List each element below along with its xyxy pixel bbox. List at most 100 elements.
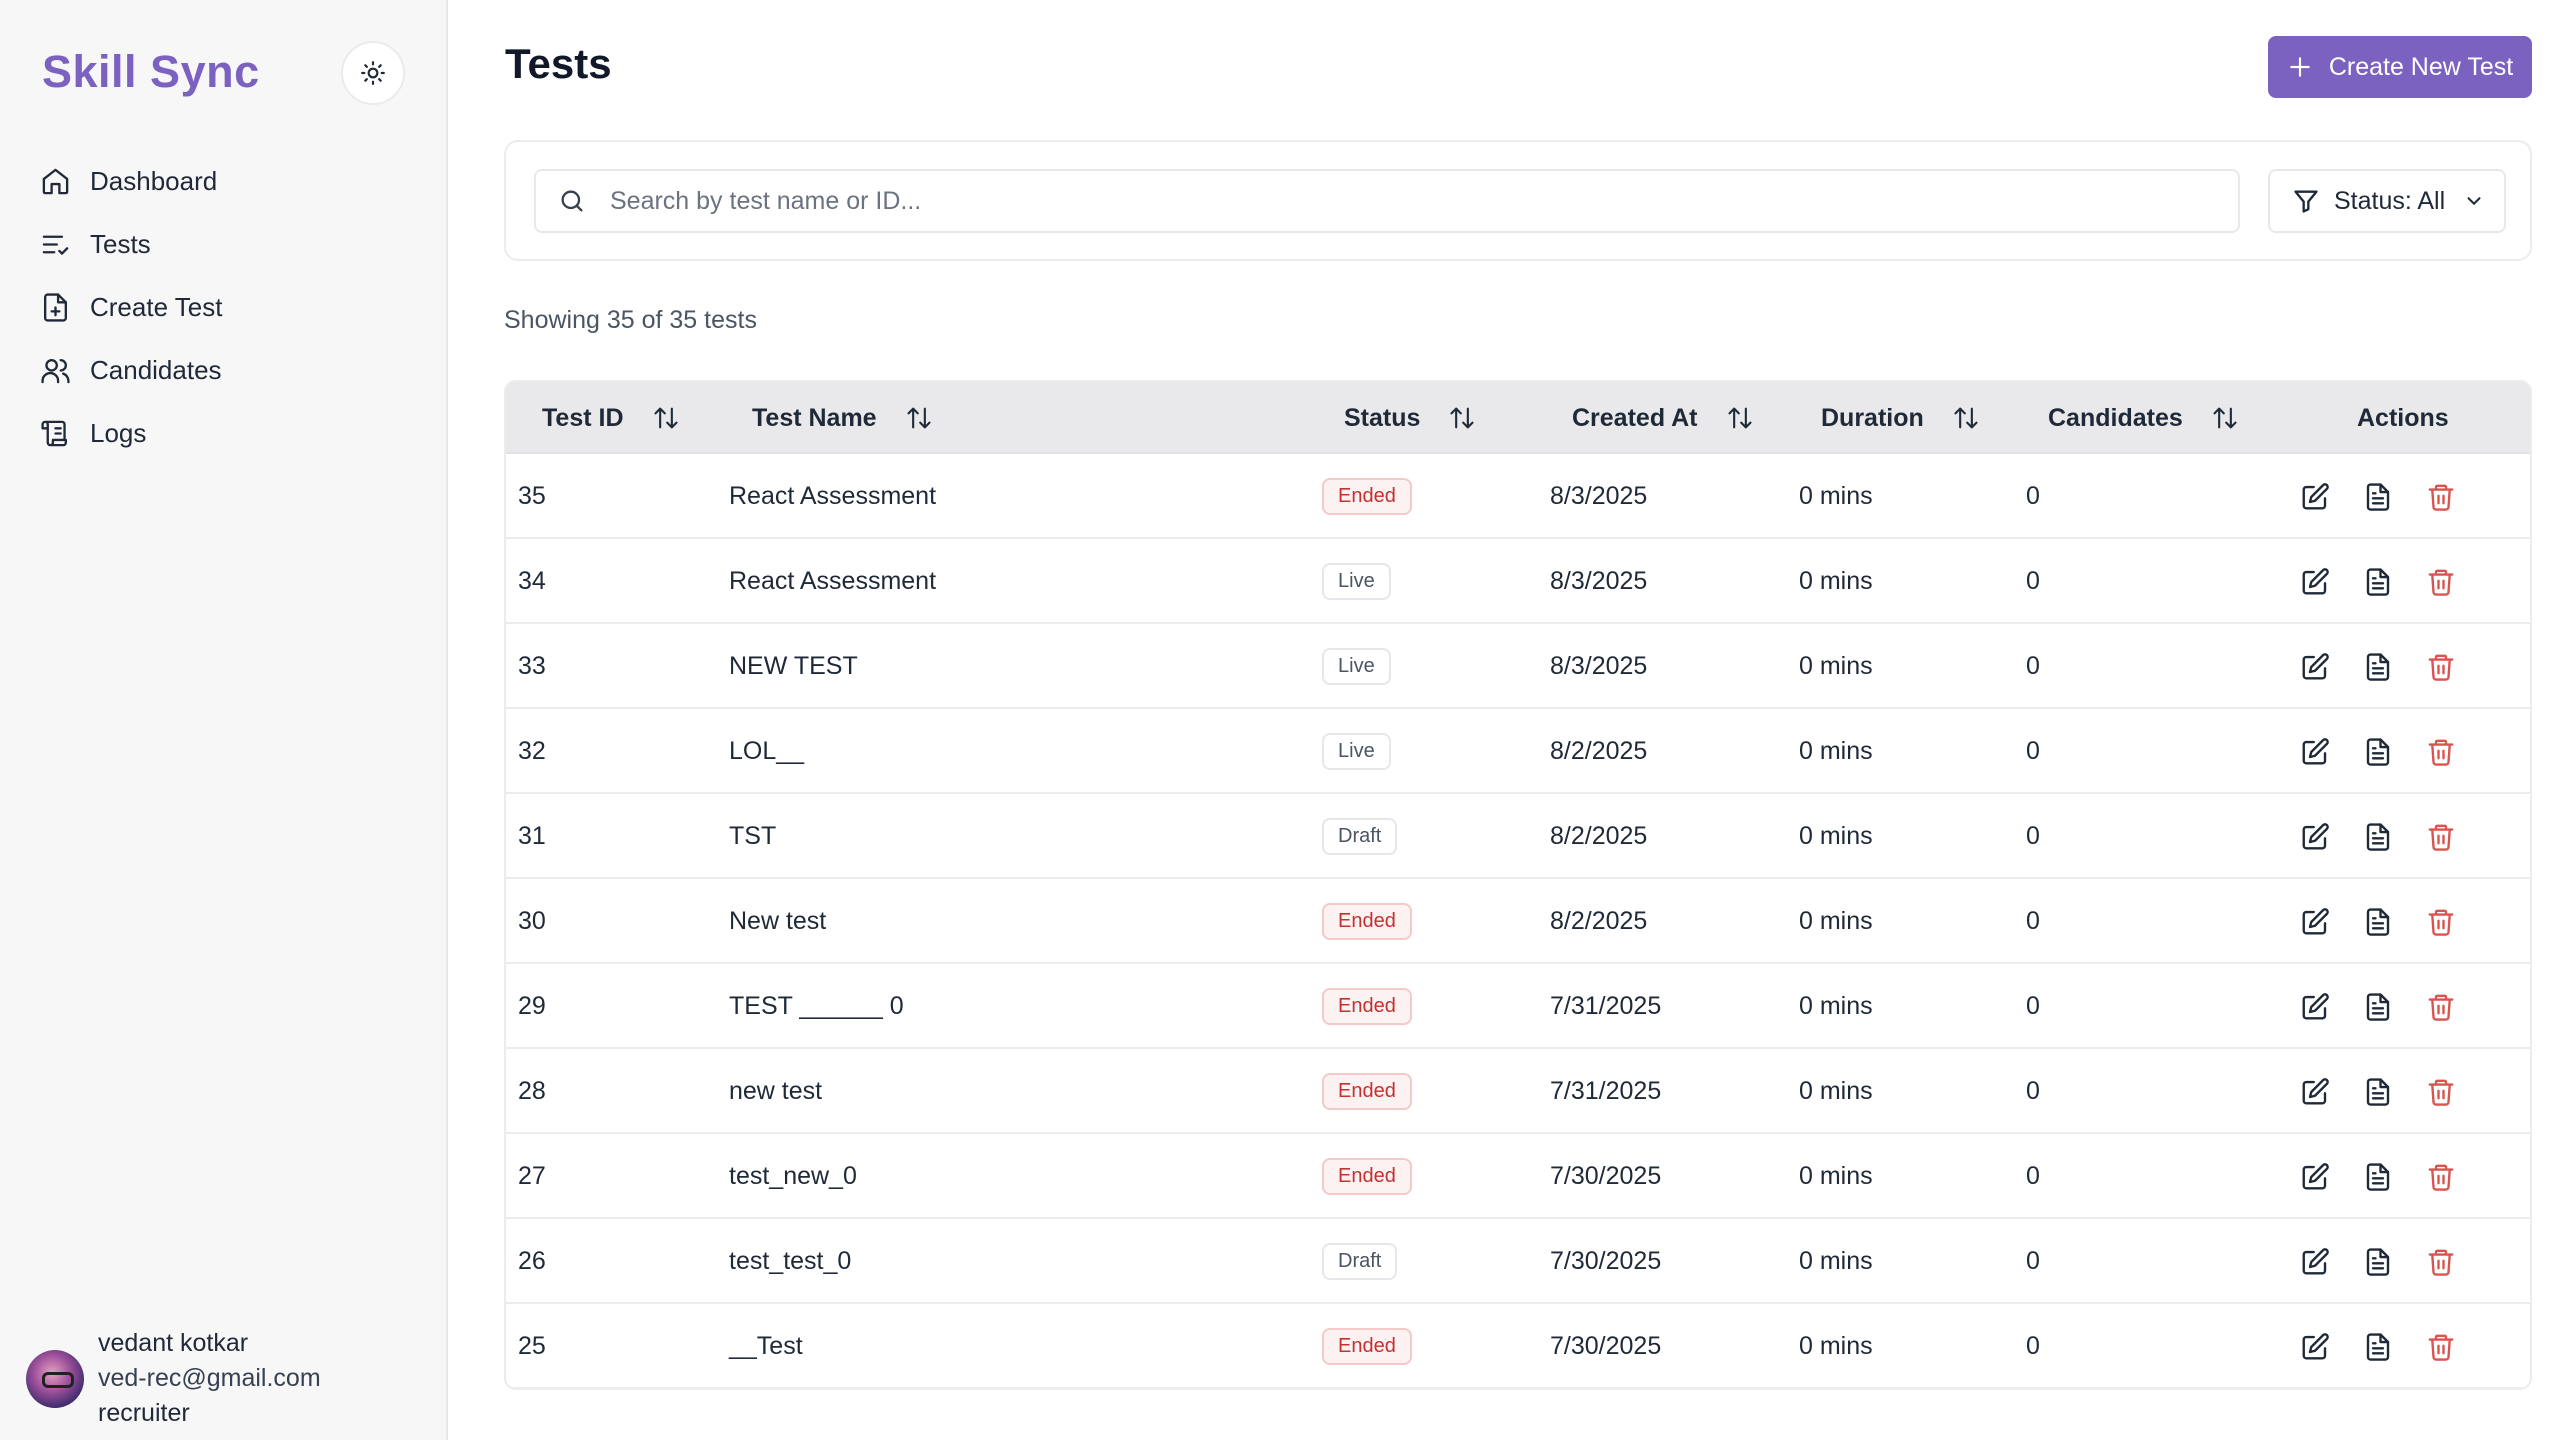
edit-icon[interactable]	[2300, 737, 2330, 767]
trash-icon[interactable]	[2426, 567, 2456, 597]
edit-icon[interactable]	[2300, 1162, 2330, 1192]
table-row[interactable]: 35 React Assessment Ended 8/3/2025 0 mins 0	[506, 454, 2530, 539]
search-input[interactable]	[610, 186, 2110, 216]
table-row[interactable]: 27 test_new_0 Ended 7/30/2025 0 mins 0	[506, 1134, 2530, 1219]
document-icon[interactable]	[2363, 907, 2393, 937]
delete-button[interactable]	[2426, 709, 2456, 794]
sort-icon[interactable]	[1448, 404, 1476, 432]
table-row[interactable]: 31 TST Draft 8/2/2025 0 mins 0	[506, 794, 2530, 879]
edit-button[interactable]	[2300, 454, 2330, 539]
delete-button[interactable]	[2426, 794, 2456, 879]
edit-icon[interactable]	[2300, 1077, 2330, 1107]
edit-button[interactable]	[2300, 539, 2330, 624]
table-row[interactable]: 28 new test Ended 7/31/2025 0 mins 0	[506, 1049, 2530, 1134]
view-details-button[interactable]	[2363, 879, 2393, 964]
delete-button[interactable]	[2426, 1134, 2456, 1219]
document-icon[interactable]	[2363, 1162, 2393, 1192]
sidebar-item-candidates[interactable]: Candidates	[40, 339, 222, 402]
table-row[interactable]: 26 test_test_0 Draft 7/30/2025 0 mins 0	[506, 1219, 2530, 1304]
trash-icon[interactable]	[2426, 1162, 2456, 1192]
edit-icon[interactable]	[2300, 652, 2330, 682]
table-row[interactable]: 33 NEW TEST Live 8/3/2025 0 mins 0	[506, 624, 2530, 709]
document-icon[interactable]	[2363, 567, 2393, 597]
view-details-button[interactable]	[2363, 454, 2393, 539]
sort-icon[interactable]	[1726, 404, 1754, 432]
delete-button[interactable]	[2426, 624, 2456, 709]
trash-icon[interactable]	[2426, 652, 2456, 682]
table-row[interactable]: 34 React Assessment Live 8/3/2025 0 mins 0	[506, 539, 2530, 624]
user-profile[interactable]: vedant kotkar ved-rec@gmail.com recruite…	[26, 1326, 321, 1431]
column-header-duration[interactable]: Duration	[1821, 382, 1980, 454]
column-header-test-name[interactable]: Test Name	[752, 382, 933, 454]
edit-icon[interactable]	[2300, 567, 2330, 597]
trash-icon[interactable]	[2426, 992, 2456, 1022]
edit-icon[interactable]	[2300, 482, 2330, 512]
column-header-status[interactable]: Status	[1344, 382, 1476, 454]
trash-icon[interactable]	[2426, 1332, 2456, 1362]
trash-icon[interactable]	[2426, 1247, 2456, 1277]
document-icon[interactable]	[2363, 1332, 2393, 1362]
edit-icon[interactable]	[2300, 822, 2330, 852]
column-header-candidates[interactable]: Candidates	[2048, 382, 2239, 454]
delete-button[interactable]	[2426, 1304, 2456, 1388]
sidebar-item-create-test[interactable]: Create Test	[40, 276, 222, 339]
delete-button[interactable]	[2426, 1049, 2456, 1134]
sort-icon[interactable]	[1952, 404, 1980, 432]
document-icon[interactable]	[2363, 1247, 2393, 1277]
trash-icon[interactable]	[2426, 482, 2456, 512]
document-icon[interactable]	[2363, 737, 2393, 767]
view-details-button[interactable]	[2363, 1049, 2393, 1134]
column-header-created-at[interactable]: Created At	[1572, 382, 1754, 454]
document-icon[interactable]	[2363, 482, 2393, 512]
edit-icon[interactable]	[2300, 907, 2330, 937]
edit-button[interactable]	[2300, 964, 2330, 1049]
document-icon[interactable]	[2363, 1077, 2393, 1107]
edit-button[interactable]	[2300, 1134, 2330, 1219]
edit-button[interactable]	[2300, 624, 2330, 709]
trash-icon[interactable]	[2426, 737, 2456, 767]
create-new-test-button[interactable]: Create New Test	[2268, 36, 2532, 98]
sort-icon[interactable]	[652, 404, 680, 432]
column-header-test-id[interactable]: Test ID	[542, 382, 680, 454]
sidebar-item-logs[interactable]: Logs	[40, 402, 222, 465]
theme-toggle-button[interactable]	[341, 41, 405, 105]
table-row[interactable]: 30 New test Ended 8/2/2025 0 mins 0	[506, 879, 2530, 964]
edit-button[interactable]	[2300, 1219, 2330, 1304]
edit-button[interactable]	[2300, 1049, 2330, 1134]
edit-button[interactable]	[2300, 709, 2330, 794]
edit-button[interactable]	[2300, 794, 2330, 879]
edit-icon[interactable]	[2300, 1332, 2330, 1362]
delete-button[interactable]	[2426, 454, 2456, 539]
view-details-button[interactable]	[2363, 1304, 2393, 1388]
trash-icon[interactable]	[2426, 907, 2456, 937]
delete-button[interactable]	[2426, 879, 2456, 964]
view-details-button[interactable]	[2363, 539, 2393, 624]
status-filter-dropdown[interactable]: Status: All	[2268, 169, 2506, 233]
sort-icon[interactable]	[2211, 404, 2239, 432]
edit-button[interactable]	[2300, 879, 2330, 964]
view-details-button[interactable]	[2363, 964, 2393, 1049]
edit-button[interactable]	[2300, 1304, 2330, 1388]
brand-logo[interactable]: Skill Sync	[42, 46, 260, 98]
document-icon[interactable]	[2363, 822, 2393, 852]
sort-icon[interactable]	[905, 404, 933, 432]
document-icon[interactable]	[2363, 992, 2393, 1022]
view-details-button[interactable]	[2363, 1134, 2393, 1219]
trash-icon[interactable]	[2426, 1077, 2456, 1107]
sidebar-item-dashboard[interactable]: Dashboard	[40, 150, 222, 213]
document-icon[interactable]	[2363, 652, 2393, 682]
table-row[interactable]: 29 TEST ______ 0 Ended 7/31/2025 0 mins 0	[506, 964, 2530, 1049]
delete-button[interactable]	[2426, 1219, 2456, 1304]
view-details-button[interactable]	[2363, 1219, 2393, 1304]
view-details-button[interactable]	[2363, 794, 2393, 879]
sidebar-item-tests[interactable]: Tests	[40, 213, 222, 276]
view-details-button[interactable]	[2363, 624, 2393, 709]
search-box[interactable]	[534, 169, 2240, 233]
trash-icon[interactable]	[2426, 822, 2456, 852]
edit-icon[interactable]	[2300, 992, 2330, 1022]
delete-button[interactable]	[2426, 964, 2456, 1049]
table-row[interactable]: 25 __Test Ended 7/30/2025 0 mins 0	[506, 1304, 2530, 1388]
table-row[interactable]: 32 LOL__ Live 8/2/2025 0 mins 0	[506, 709, 2530, 794]
edit-icon[interactable]	[2300, 1247, 2330, 1277]
view-details-button[interactable]	[2363, 709, 2393, 794]
